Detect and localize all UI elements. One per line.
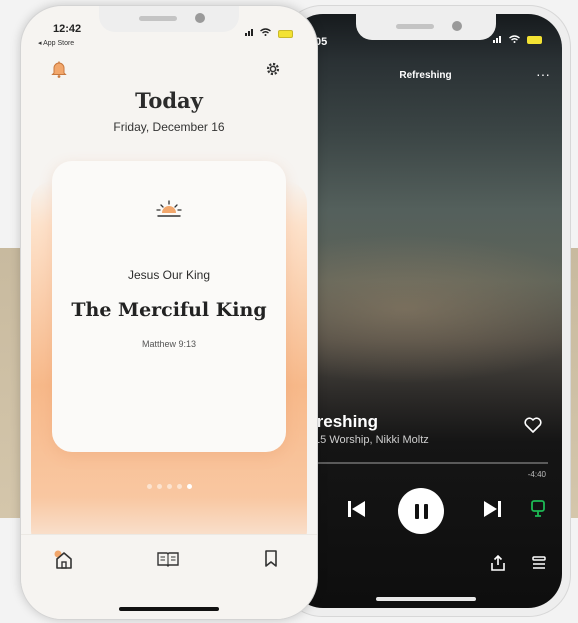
home-indicator[interactable] — [375, 597, 476, 601]
home-indicator[interactable] — [119, 607, 219, 611]
devotional-app-phone: 12:42 ◂ App Store Today Friday, December… — [20, 5, 318, 620]
signal-icon — [493, 36, 502, 43]
signal-icon — [244, 29, 253, 36]
status-icons — [244, 28, 293, 38]
wifi-icon — [509, 35, 521, 43]
notch — [355, 14, 496, 40]
background-artwork — [289, 234, 562, 384]
date-label: Friday, December 16 — [113, 120, 225, 134]
sunrise-icon — [156, 199, 182, 224]
gear-icon[interactable] — [265, 61, 281, 82]
queue-icon[interactable] — [532, 556, 546, 575]
home-icon[interactable] — [54, 550, 74, 575]
battery-icon — [278, 29, 293, 38]
progress-bar[interactable] — [311, 462, 548, 464]
page-indicator[interactable] — [21, 484, 317, 489]
page-dot[interactable] — [146, 484, 152, 489]
time-remaining: -4:40 — [527, 470, 546, 479]
player-screen: 05 Refreshing ··· freshing t15 Worship, … — [289, 14, 562, 608]
track-artists[interactable]: t15 Worship, Nikki Moltz — [311, 434, 429, 446]
devotional-card[interactable]: Jesus Our King The Merciful King Matthew… — [52, 161, 286, 452]
page-dot[interactable] — [156, 484, 162, 489]
share-icon[interactable] — [491, 554, 505, 576]
devotional-title: The Merciful King — [71, 299, 267, 321]
pause-icon[interactable] — [398, 488, 444, 534]
bookmark-icon[interactable] — [264, 550, 278, 573]
page-dot[interactable] — [166, 484, 172, 489]
player-title: Refreshing — [399, 70, 452, 81]
more-options-button[interactable]: ··· — [536, 66, 550, 82]
battery-icon — [527, 36, 542, 45]
skip-next-icon[interactable] — [482, 500, 502, 523]
open-book-icon[interactable] — [157, 551, 179, 572]
wifi-icon — [260, 28, 272, 36]
bell-icon[interactable] — [51, 61, 67, 83]
music-player-phone: 05 Refreshing ··· freshing t15 Worship, … — [280, 5, 571, 617]
page-dot[interactable] — [186, 484, 192, 489]
series-name: Jesus Our King — [127, 268, 211, 282]
heart-icon[interactable] — [524, 417, 542, 438]
page-title: Today — [135, 88, 203, 113]
page-dot[interactable] — [176, 484, 182, 489]
status-time: 12:42 — [53, 23, 82, 35]
device-connect-icon[interactable] — [530, 500, 546, 523]
notch — [99, 6, 239, 32]
track-title: freshing — [311, 412, 379, 431]
skip-previous-icon[interactable] — [347, 500, 367, 523]
tab-bar — [21, 534, 317, 619]
back-to-app-store-link[interactable]: ◂ App Store — [38, 39, 74, 47]
status-icons — [493, 35, 542, 46]
scripture-reference: Matthew 9:13 — [141, 339, 197, 349]
